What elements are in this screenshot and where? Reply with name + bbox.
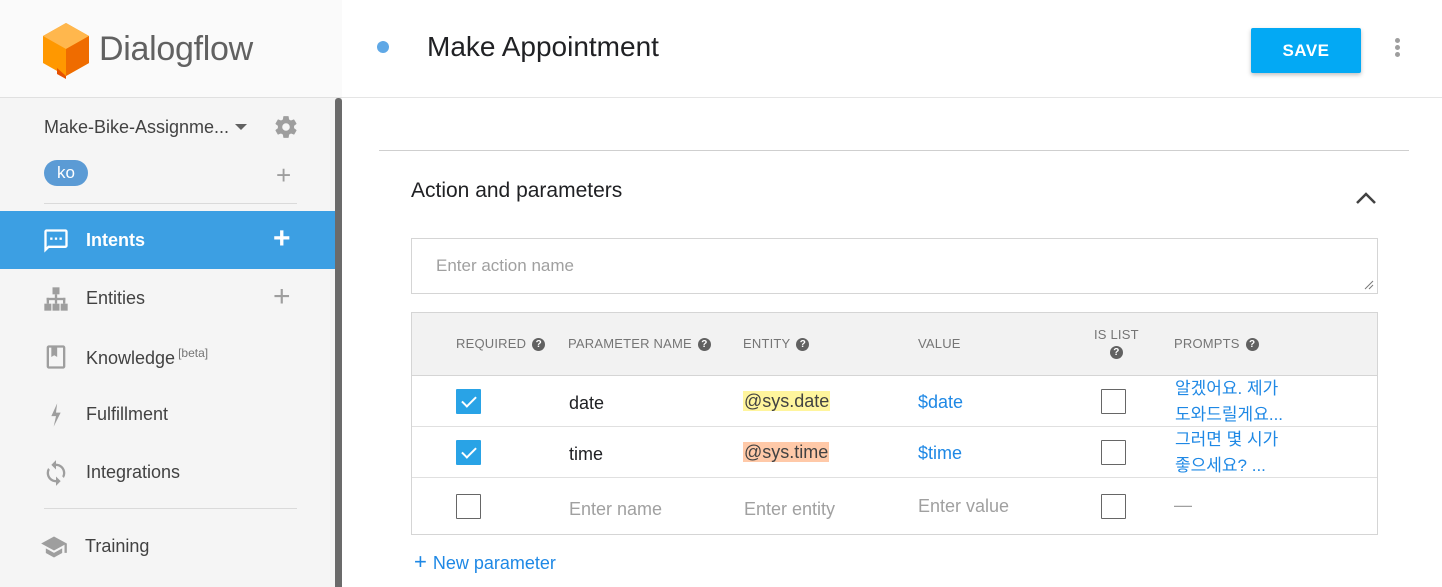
sidebar-item-entities[interactable]: Entities +: [0, 269, 335, 327]
section-divider: [379, 150, 1409, 151]
table-row-empty: Enter name Enter entity Enter value —: [412, 478, 1377, 534]
dialogflow-logo-icon[interactable]: [43, 23, 89, 79]
sidebar-item-label: Fulfillment: [86, 404, 169, 424]
header-label: PARAMETER NAME: [568, 336, 692, 351]
parameter-value-input[interactable]: Enter value: [918, 496, 1009, 517]
new-parameter-label: New parameter: [432, 553, 556, 573]
is-list-checkbox[interactable]: [1101, 389, 1126, 414]
sidebar-item-label: Intents: [86, 230, 146, 250]
parameter-value[interactable]: $time: [918, 443, 962, 464]
header-entity: ENTITY?: [743, 336, 810, 352]
gear-icon[interactable]: [273, 114, 299, 140]
sidebar-item-integrations[interactable]: Integrations: [0, 443, 335, 501]
prompt-line: 도와드릴게요...: [1175, 405, 1284, 424]
is-list-checkbox[interactable]: [1101, 440, 1126, 465]
table-row: time @sys.time $time 그러면 몇 시가좋으세요? ...: [412, 427, 1377, 478]
sidebar-item-label: Entities: [86, 288, 146, 308]
section-title: Action and parameters: [411, 179, 623, 202]
parameter-value[interactable]: $date: [918, 392, 963, 413]
add-intent-icon[interactable]: +: [273, 224, 291, 254]
parameter-prompts[interactable]: 그러면 몇 시가좋으세요? ...: [1175, 427, 1278, 479]
more-vert-icon[interactable]: [1393, 38, 1401, 60]
action-name-input[interactable]: [411, 238, 1378, 294]
sidebar-item-intents[interactable]: Intents +: [0, 211, 335, 269]
hierarchy-icon: [44, 287, 68, 311]
parameter-prompts-empty[interactable]: —: [1174, 495, 1192, 516]
parameter-name[interactable]: time: [569, 444, 603, 465]
beta-badge: [beta]: [178, 346, 209, 360]
language-row: ko +: [44, 160, 304, 188]
sidebar-item-label: Knowledge [beta]: [86, 346, 208, 369]
parameter-name[interactable]: date: [569, 393, 604, 414]
status-dot: [377, 41, 389, 53]
save-button[interactable]: SAVE: [1251, 28, 1361, 73]
graduation-cap-icon: [41, 536, 67, 558]
sidebar-item-label: Integrations: [86, 462, 181, 482]
sidebar-divider: [44, 203, 297, 204]
help-icon[interactable]: ?: [532, 338, 546, 352]
header-label: ENTITY: [743, 336, 791, 351]
header-required: REQUIRED?: [456, 336, 546, 352]
agent-name[interactable]: Make-Bike-Assignme...: [44, 117, 229, 138]
book-icon: [46, 345, 66, 369]
header-label: IS LIST: [1094, 327, 1139, 342]
new-parameter-link[interactable]: + New parameter: [414, 549, 556, 575]
entity-tag: @sys.time: [743, 442, 830, 462]
sidebar-divider: [44, 508, 297, 509]
sync-icon: [46, 460, 66, 486]
page-title[interactable]: Make Appointment: [427, 31, 659, 63]
entity-tag: @sys.date: [743, 391, 831, 411]
language-chip[interactable]: ko: [44, 160, 88, 186]
add-entity-icon[interactable]: +: [273, 282, 291, 312]
parameter-name-input[interactable]: Enter name: [569, 499, 662, 520]
header-value: VALUE: [918, 336, 961, 351]
required-checkbox[interactable]: [456, 389, 481, 414]
lightning-bolt-icon: [51, 403, 61, 427]
help-icon[interactable]: ?: [1245, 338, 1259, 352]
parameter-entity-input[interactable]: Enter entity: [744, 499, 835, 520]
page-header: Make Appointment SAVE: [342, 0, 1442, 98]
sidebar-item-training[interactable]: Training: [0, 517, 335, 575]
sidebar-item-fulfillment[interactable]: Fulfillment: [0, 385, 335, 443]
parameter-entity[interactable]: @sys.date: [743, 391, 831, 412]
help-icon[interactable]: ?: [796, 338, 810, 352]
help-icon[interactable]: ?: [1109, 345, 1123, 359]
is-list-checkbox[interactable]: [1101, 494, 1126, 519]
sidebar-item-knowledge[interactable]: Knowledge [beta]: [0, 327, 335, 385]
brand-header: Dialogflow: [0, 0, 342, 98]
header-parameter-name: PARAMETER NAME?: [568, 336, 711, 352]
header-label: PROMPTS: [1174, 336, 1240, 351]
table-row: date @sys.date $date 알겠어요. 제가도와드릴게요...: [412, 376, 1377, 427]
sidebar-scrollbar[interactable]: [335, 98, 342, 587]
header-prompts: PROMPTS?: [1174, 336, 1259, 352]
resize-handle-icon[interactable]: [1364, 280, 1374, 290]
plus-icon: +: [414, 549, 427, 574]
brand-name: Dialogflow: [99, 30, 253, 68]
add-language-icon[interactable]: +: [276, 162, 291, 188]
prompt-line: 그러면 몇 시가: [1175, 430, 1279, 449]
header-label: REQUIRED: [456, 336, 527, 351]
table-header: REQUIRED? PARAMETER NAME? ENTITY? VALUE …: [412, 313, 1377, 376]
parameter-prompts[interactable]: 알겠어요. 제가도와드릴게요...: [1175, 376, 1283, 428]
chevron-down-icon[interactable]: [235, 124, 247, 130]
prompt-line: 알겠어요. 제가: [1175, 379, 1279, 398]
parameter-entity[interactable]: @sys.time: [743, 442, 830, 463]
header-is-list: IS LIST?: [1094, 327, 1139, 359]
prompt-line: 좋으세요? ...: [1175, 456, 1266, 475]
required-checkbox[interactable]: [456, 440, 481, 465]
sidebar: Dialogflow Make-Bike-Assignme... ko + In…: [0, 0, 342, 587]
chat-bubble-icon: [44, 229, 68, 253]
knowledge-label: Knowledge: [86, 348, 176, 368]
sidebar-item-label: Training: [85, 536, 150, 556]
parameters-table: REQUIRED? PARAMETER NAME? ENTITY? VALUE …: [411, 312, 1378, 535]
help-icon[interactable]: ?: [697, 338, 711, 352]
required-checkbox[interactable]: [456, 494, 481, 519]
agent-selector[interactable]: Make-Bike-Assignme...: [44, 114, 304, 140]
chevron-up-icon[interactable]: [1355, 191, 1377, 205]
